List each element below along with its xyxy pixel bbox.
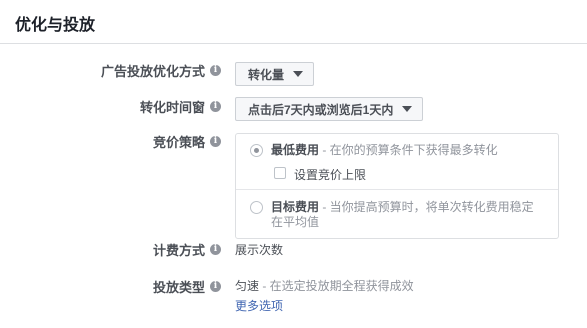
delivery-type-label: 投放类型 [152, 280, 205, 295]
target-cost-desc-line2: 在平均值 [271, 215, 320, 229]
info-icon[interactable]: i [210, 281, 221, 292]
delivery-type-title: 匀速 [235, 279, 260, 293]
lowest-cost-radio[interactable] [250, 144, 263, 157]
target-cost-option[interactable]: 目标费用 - 当你提高预算时，将单次转化费用稳定 在平均值 [271, 200, 551, 230]
info-icon[interactable]: i [210, 136, 221, 147]
divider [236, 189, 558, 190]
conversion-window-label: 转化时间窗 [139, 100, 205, 115]
delivery-type-label-row: 投放类型 i [153, 277, 221, 296]
conversion-window-value: 点击后7天内或浏览后1天内 [248, 102, 394, 117]
bid-strategy-label-row: 竞价策略 i [153, 132, 221, 151]
info-icon[interactable]: i [210, 244, 221, 255]
lowest-cost-desc: - 在你的预算条件下获得最多转化 [319, 143, 498, 157]
more-options-link[interactable]: 更多选项 [235, 297, 283, 314]
optimization-label: 广告投放优化方式 [100, 64, 205, 79]
lowest-cost-option[interactable]: 最低费用 - 在你的预算条件下获得最多转化 [271, 143, 498, 158]
caret-down-icon [293, 71, 304, 77]
target-cost-title: 目标费用 [271, 200, 320, 214]
section-title: 优化与投放 [15, 17, 96, 34]
bid-strategy-label: 竞价策略 [152, 135, 205, 150]
optimization-value: 转化量 [248, 67, 285, 82]
optimization-dropdown[interactable]: 转化量 [235, 62, 315, 86]
bid-cap-checkbox[interactable] [274, 167, 286, 179]
billing-value: 展示次数 [235, 243, 284, 257]
target-cost-radio[interactable] [250, 201, 263, 214]
info-icon[interactable]: i [210, 101, 221, 112]
conversion-window-label-row: 转化时间窗 i [140, 97, 221, 116]
billing-label: 计费方式 [152, 243, 205, 258]
caret-down-icon [402, 106, 413, 112]
section-header: 优化与投放 [0, 0, 587, 44]
lowest-cost-title: 最低费用 [271, 143, 320, 157]
optimization-label-row: 广告投放优化方式 i [101, 61, 221, 80]
billing-label-row: 计费方式 i [153, 240, 221, 259]
target-cost-desc-line1: - 当你提高预算时，将单次转化费用稳定 [319, 200, 534, 214]
bid-cap-label[interactable]: 设置竞价上限 [294, 166, 366, 183]
bid-strategy-panel: 最低费用 - 在你的预算条件下获得最多转化 设置竞价上限 目标费用 - 当你提高… [235, 133, 559, 239]
delivery-type-value: 匀速 - 在选定投放期全程获得成效 [235, 277, 414, 294]
conversion-window-dropdown[interactable]: 点击后7天内或浏览后1天内 [235, 97, 424, 121]
delivery-type-desc: - 在选定投放期全程获得成效 [259, 279, 414, 293]
info-icon[interactable]: i [210, 65, 221, 76]
